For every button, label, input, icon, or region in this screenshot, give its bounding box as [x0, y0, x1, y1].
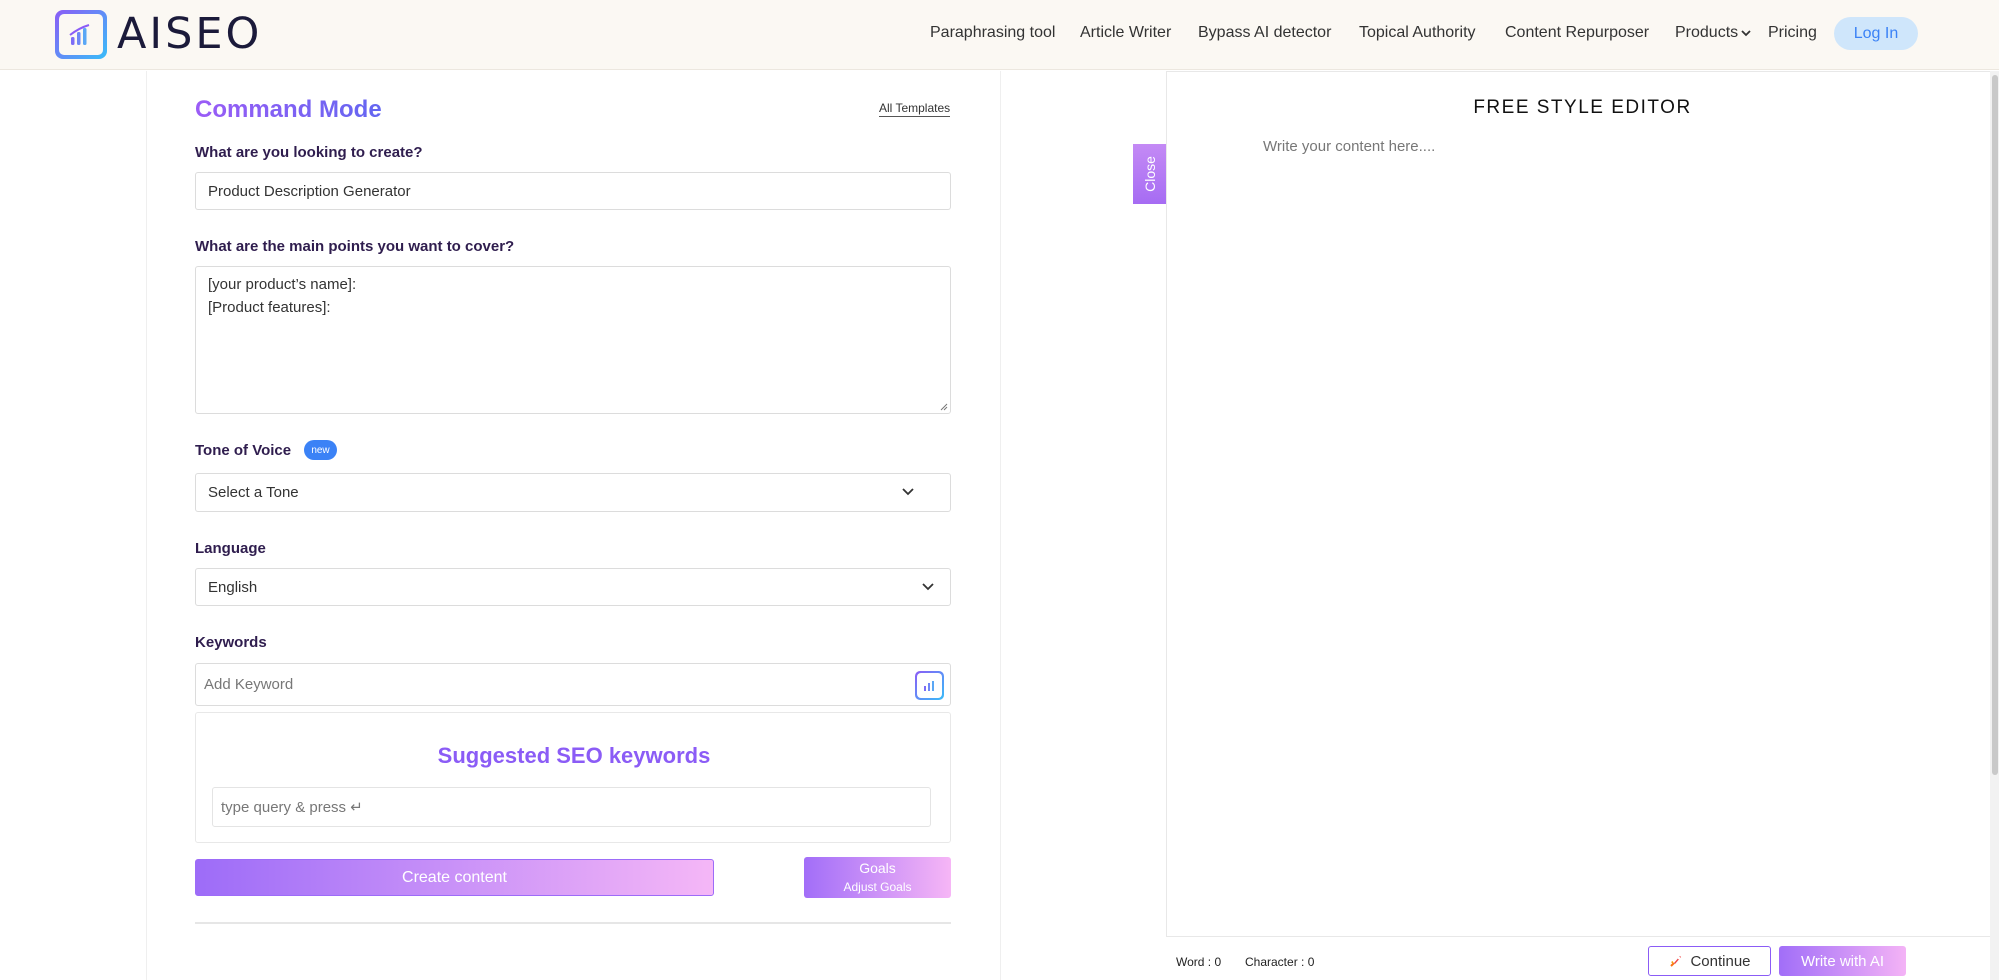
- scrollbar-thumb[interactable]: [1992, 75, 1998, 775]
- points-textarea[interactable]: [your product’s name]: [Product features…: [195, 266, 951, 414]
- divider: [195, 922, 951, 924]
- login-button[interactable]: Log In: [1834, 17, 1918, 50]
- tone-select-value: Select a Tone: [208, 484, 299, 501]
- editor-title: FREE STYLE EDITOR: [1473, 97, 1692, 118]
- write-with-ai-button[interactable]: Write with AI: [1779, 946, 1906, 976]
- seo-keywords-title: Suggested SEO keywords: [437, 743, 711, 768]
- goals-button[interactable]: Goals Adjust Goals: [804, 857, 951, 898]
- chevron-down-icon: [1741, 30, 1751, 37]
- tone-select[interactable]: Select a Tone: [195, 473, 951, 512]
- chevron-down-icon: [922, 583, 934, 591]
- nav-bypass-ai-detector[interactable]: Bypass AI detector: [1198, 24, 1331, 42]
- new-badge: new: [304, 440, 337, 460]
- editor-placeholder: Write your content here....: [1263, 138, 1436, 155]
- nav-topical-authority[interactable]: Topical Authority: [1359, 24, 1476, 42]
- close-tab-label: Close: [1142, 156, 1159, 192]
- points-line: [Product features]:: [208, 299, 331, 316]
- points-line: [your product’s name]:: [208, 276, 357, 293]
- seo-keywords-box: Suggested SEO keywords type query & pres…: [195, 712, 951, 843]
- language-label: Language: [195, 540, 266, 557]
- language-select[interactable]: English: [195, 568, 951, 606]
- seo-query-placeholder: type query & press ↵: [221, 799, 363, 816]
- logo-mark-icon: [55, 9, 107, 59]
- create-input[interactable]: Product Description Generator: [195, 172, 951, 210]
- logo-text: AISEO: [117, 9, 263, 59]
- character-count: Character : 0: [1245, 955, 1315, 969]
- chevron-down-icon: [902, 488, 914, 496]
- nav-products[interactable]: Products: [1675, 24, 1751, 42]
- site-header: AISEO Paraphrasing tool Article Writer B…: [0, 0, 1999, 70]
- tone-label: Tone of Voice: [195, 442, 292, 459]
- goals-title: Goals: [859, 860, 896, 876]
- create-content-button[interactable]: Create content: [195, 859, 714, 896]
- keyword-input-placeholder: Add Keyword: [204, 676, 294, 693]
- page-title: Command Mode: [195, 96, 382, 123]
- logo[interactable]: AISEO: [55, 9, 262, 59]
- create-label: What are you looking to create?: [195, 144, 423, 161]
- nav-pricing[interactable]: Pricing: [1768, 24, 1817, 42]
- language-select-value: English: [208, 579, 258, 596]
- all-templates-link[interactable]: All Templates: [879, 101, 951, 117]
- free-style-editor[interactable]: FREE STYLE EDITOR Write your content her…: [1166, 71, 1997, 937]
- word-count: Word : 0: [1176, 955, 1222, 969]
- aiseo-keyword-icon[interactable]: [915, 671, 944, 700]
- nav-article-writer[interactable]: Article Writer: [1080, 24, 1171, 42]
- keyword-input[interactable]: Add Keyword: [195, 663, 951, 706]
- nav-content-repurposer[interactable]: Content Repurposer: [1505, 24, 1649, 42]
- nav-paraphrasing-tool[interactable]: Paraphrasing tool: [930, 24, 1055, 42]
- rocket-icon: [1670, 956, 1682, 967]
- continue-button[interactable]: Continue: [1648, 946, 1771, 976]
- points-label: What are the main points you want to cov…: [195, 238, 515, 255]
- close-tab-button[interactable]: Close: [1133, 144, 1167, 204]
- nav-products-label: Products: [1675, 24, 1739, 41]
- adjust-goals-label: Adjust Goals: [843, 880, 912, 894]
- seo-query-input[interactable]: type query & press ↵: [212, 787, 931, 827]
- resize-grip-icon[interactable]: [939, 402, 948, 411]
- keywords-label: Keywords: [195, 634, 267, 651]
- create-input-value: Product Description Generator: [208, 183, 411, 200]
- continue-label: Continue: [1690, 952, 1751, 970]
